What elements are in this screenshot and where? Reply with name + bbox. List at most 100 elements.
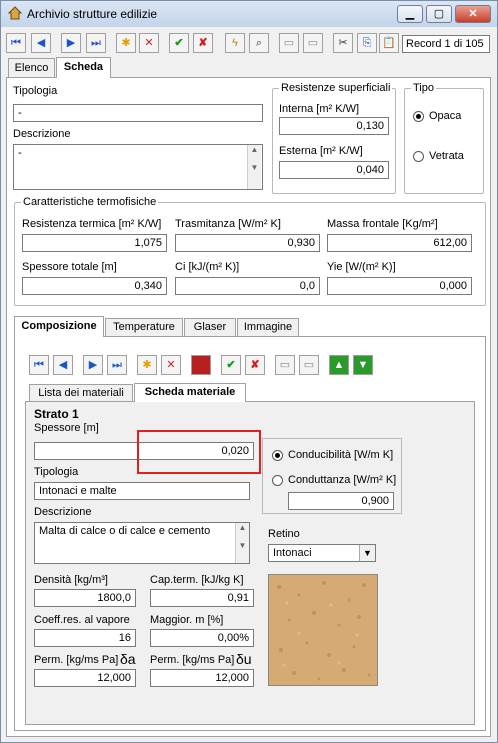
sub-last-icon[interactable]: ⏭ [107,355,127,375]
resistenze-group: Resistenze superficiali Interna [m² K/W]… [272,82,396,194]
coeff-input[interactable]: 16 [34,629,136,647]
interna-label: Interna [m² K/W] [279,103,360,115]
wizard-icon[interactable]: ϟ [225,33,245,53]
strato-tipologia-label: Tipologia [34,466,79,478]
capterm-input[interactable]: 0,91 [150,589,254,607]
yie-input[interactable]: 0,000 [327,277,472,295]
tab-glaser[interactable]: Glaser [184,318,236,337]
coeff-label: Coeff.res. al vapore [34,614,130,626]
esterna-label: Esterna [m² K/W] [279,145,363,157]
maggior-input[interactable]: 0,00% [150,629,254,647]
move-down-icon[interactable]: ▼ [353,355,373,375]
sand-texture-image [269,575,377,685]
spessore-totale-input[interactable]: 0,340 [22,277,167,295]
ci-input[interactable]: 0,0 [175,277,320,295]
copy-icon[interactable]: ▭ [279,33,299,53]
close-button[interactable]: ✕ [455,5,491,23]
yie-label: Yie [W/(m² K)] [327,261,396,273]
opaca-radio[interactable] [413,111,424,122]
paste-icon[interactable]: ▭ [303,33,323,53]
minimize-button[interactable]: ▁ [397,5,423,23]
capterm-label: Cap.term. [kJ/kg K] [150,574,244,586]
sub-paste-icon[interactable]: ▭ [299,355,319,375]
sub-add-icon[interactable]: ✱ [137,355,157,375]
chevron-down-icon[interactable]: ▼ [359,545,375,561]
sub-first-icon[interactable]: ⏮ [29,355,49,375]
retino-preview [268,574,378,686]
trasmittanza-input[interactable]: 0,930 [175,234,320,252]
sub-confirm-icon[interactable]: ✔ [221,355,241,375]
trasmittanza-label: Trasmitanza [W/m² K] [175,218,281,230]
sub-next-icon[interactable]: ▶ [83,355,103,375]
strato-descrizione-label: Descrizione [34,506,92,518]
tab-lista-materiali[interactable]: Lista dei materiali [29,384,133,402]
cut-icon[interactable]: ✂ [333,33,353,53]
tipo-title: Tipo [411,82,436,94]
maggior-label: Maggior. m [%] [150,614,224,626]
termofisiche-title: Caratteristiche termofisiche [21,196,159,208]
sub-copy-icon[interactable]: ▭ [275,355,295,375]
permu-label: Perm. [kg/ms Pa] [150,654,235,666]
composizione-panel: ⏮ ◀ ▶ ⏭ ✱ ✕ ✔ ✘ ▭ ▭ ▲ ▼ Lista dei materi… [14,336,486,731]
conducibilita-group [262,438,402,514]
sub-cancel-icon[interactable]: ✘ [245,355,265,375]
termofisiche-group: Caratteristiche termofisiche Resistenza … [14,196,486,306]
tab-elenco[interactable]: Elenco [8,58,55,78]
tab-composizione[interactable]: Composizione [14,316,104,337]
massa-input[interactable]: 612,00 [327,234,472,252]
esterna-input[interactable]: 0,040 [279,161,389,179]
strato-tipologia-input[interactable]: Intonaci e malte [34,482,250,500]
tipologia-input[interactable]: - [13,104,263,122]
tab-scheda[interactable]: Scheda [56,57,111,78]
confirm-icon[interactable]: ✔ [169,33,189,53]
spessore-totale-label: Spessore totale [m] [22,261,117,273]
tab-temperature[interactable]: Temperature [105,318,183,337]
strato-descrizione-scrollbar[interactable]: ▲ ▼ [235,523,249,563]
main-window: Archivio strutture edilizie ▁ ▢ ✕ ⏮ ◀ ▶ … [0,0,498,743]
vetrata-label: Vetrata [429,150,464,162]
resistenza-input[interactable]: 1,075 [22,234,167,252]
house-icon [8,6,22,20]
maximize-button[interactable]: ▢ [426,5,452,23]
descrizione-textarea[interactable]: - [13,144,263,190]
retino-label: Retino [268,528,300,540]
spessore-label: Spessore [m] [34,422,99,434]
tab-immagine[interactable]: Immagine [237,318,299,337]
tipologia-label: Tipologia [13,85,58,97]
titlebar: Archivio strutture edilizie ▁ ▢ ✕ [1,1,497,27]
sub-prev-icon[interactable]: ◀ [53,355,73,375]
strato-descrizione-textarea[interactable]: Malta di calce o di calce e cemento [34,522,250,564]
copy2-icon[interactable]: ⎘ [357,33,377,53]
brick-icon[interactable] [191,355,211,375]
densita-input[interactable]: 1800,0 [34,589,136,607]
move-up-icon[interactable]: ▲ [329,355,349,375]
next-record-icon[interactable]: ▶ [61,33,81,53]
scheda-panel: Tipologia - Descrizione - ▲ ▼ Resistenze … [6,77,491,737]
permu-input[interactable]: 12,000 [150,669,254,687]
paste2-icon[interactable]: 📋 [379,33,399,53]
ci-label: Ci [kJ/(m² K)] [175,261,240,273]
perma-symbol: δa [120,651,136,667]
strato-title: Strato 1 [34,407,79,421]
interna-input[interactable]: 0,130 [279,117,389,135]
tipo-group: Tipo Opaca Vetrata [404,82,484,194]
cancel-icon[interactable]: ✘ [193,33,213,53]
scheda-materiale-panel: Strato 1 Spessore [m] 0,020 Conducibilit… [25,401,475,725]
opaca-label: Opaca [429,110,462,122]
last-record-icon[interactable]: ⏭ [86,33,106,53]
window-title: Archivio strutture edilizie [27,7,158,21]
resistenza-label: Resistenza termica [m² K/W] [22,218,162,230]
descrizione-scrollbar[interactable]: ▲ ▼ [247,145,261,189]
delete-record-icon[interactable]: ✕ [139,33,159,53]
resistenze-title: Resistenze superficiali [279,82,393,94]
perma-label: Perm. [kg/ms Pa] [34,654,119,666]
search-icon[interactable]: ⌕ [249,33,269,53]
first-record-icon[interactable]: ⏮ [6,33,26,53]
add-record-icon[interactable]: ✱ [116,33,136,53]
vetrata-radio[interactable] [413,151,424,162]
tab-scheda-materiale[interactable]: Scheda materiale [134,383,246,402]
perma-input[interactable]: 12,000 [34,669,136,687]
prev-record-icon[interactable]: ◀ [31,33,51,53]
permu-symbol: δu [236,651,252,667]
sub-delete-icon[interactable]: ✕ [161,355,181,375]
